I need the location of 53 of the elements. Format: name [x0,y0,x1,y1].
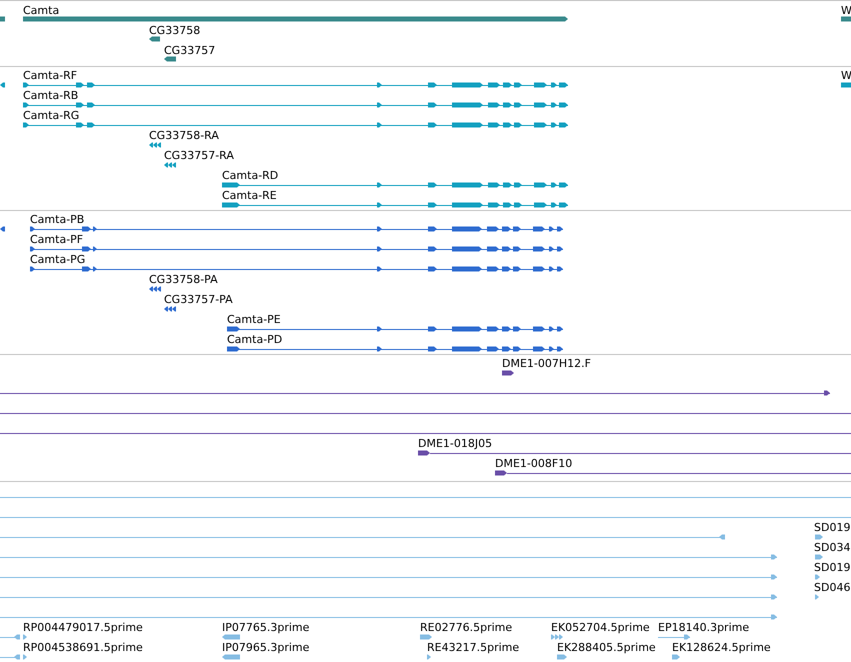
feature-label: RP004538691.5prime [23,641,143,654]
feature-label: RP004479017.5prime [23,621,143,634]
feature-label: Camta-PD [227,333,282,346]
feature-label: SD019 [814,521,850,534]
feature-label: DME1-008F10 [495,457,572,470]
feature-label: EK128624.5prime [672,641,771,654]
feature-label: CG33757 [164,44,216,57]
feature-label: Camta-PE [227,313,281,326]
feature-arrow-icon [164,306,176,312]
feature-arrow-icon [815,594,819,600]
feature-label: CG33758 [149,24,200,37]
feature-label: CG33757-RA [164,149,234,162]
feature-label: SD046 [814,581,850,594]
feature-arrow-icon [149,36,160,42]
feature-label: CG33757-PA [164,293,233,306]
feature-label: IP07765.3prime [222,621,310,634]
feature-arrow-icon [557,654,567,660]
feature-arrow-icon [164,162,176,168]
feature-label: Camta-PB [30,213,84,226]
feature-label: EP18140.3prime [658,621,750,634]
feature-label: EK052704.5prime [551,621,650,634]
feature-arrow-icon [149,142,161,148]
feature-arrow-icon [222,654,240,660]
feature-arrow-icon [815,574,820,580]
feature-label: Camta [23,4,60,17]
alignment-drawing [658,634,690,640]
feature-label: Camta-RD [222,169,278,182]
feature-label: DME1-007H12.F [502,357,591,370]
feature-label: SD019 [814,561,850,574]
feature-label: Camta-PF [30,233,84,246]
feature-arrow-icon [420,634,432,640]
feature-label: Camta-RG [23,109,80,122]
feature-arrow-icon [222,634,240,640]
feature-label: IP07965.3prime [222,641,310,654]
feature-label: CG33758-RA [149,129,219,142]
feature-arrow-icon [815,554,823,560]
feature-arrow-icon [23,634,27,640]
feature-arrow-icon [551,634,563,640]
feature-label: Camta-RB [23,89,78,102]
feature-label: Camta-RE [222,189,277,202]
feature-arrow-icon [164,56,176,62]
feature-label: Camta-RF [23,69,78,82]
feature-label: DME1-018J05 [418,437,492,450]
feature-label: Camta-PG [30,253,86,266]
feature-label: RE02776.5prime [420,621,512,634]
feature-label: EK288405.5prime [557,641,656,654]
feature-arrow-icon [23,654,27,660]
feature-arrow-icon [427,654,431,660]
feature-label: SD034 [814,541,850,554]
feature-label: RE43217.5prime [427,641,520,654]
feature-arrow-icon [149,286,161,292]
feature-arrow-icon [672,654,680,660]
feature-label: CG33758-PA [149,273,218,286]
